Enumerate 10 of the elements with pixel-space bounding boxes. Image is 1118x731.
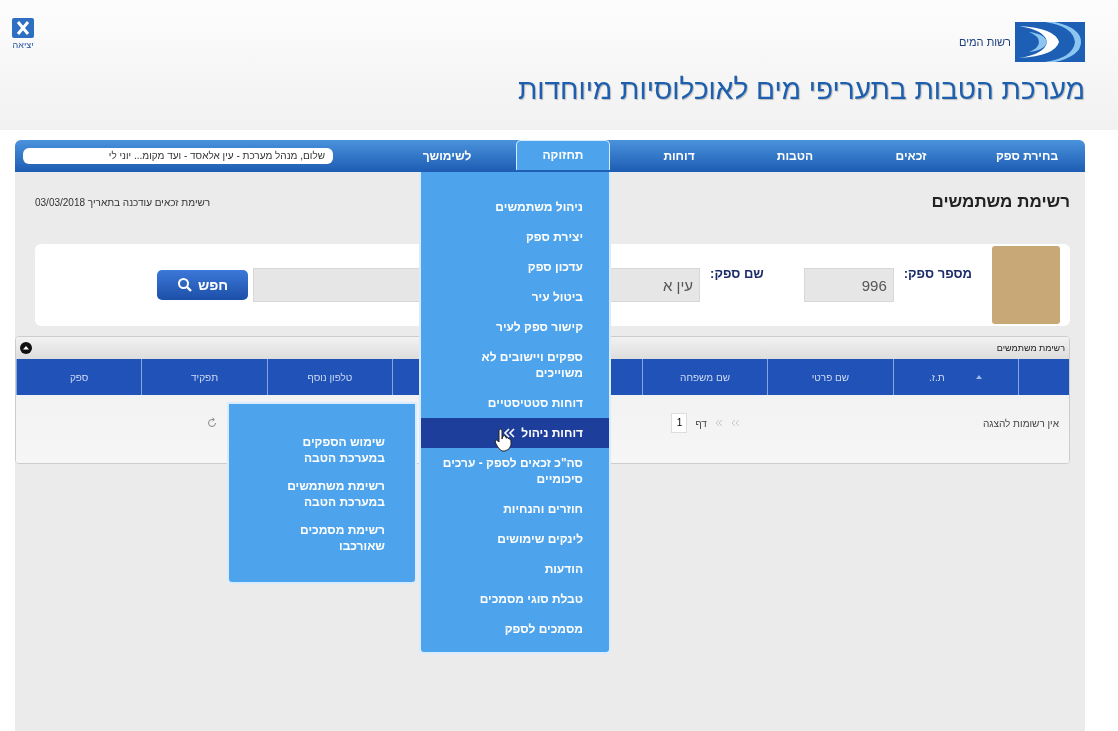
logo-text: רשות המים xyxy=(958,36,1011,48)
field-label: מספר ספק: xyxy=(903,266,972,281)
page-heading: רשימת משתמשים xyxy=(931,192,1070,212)
empty-message: אין רשומות להצגה xyxy=(982,417,1059,429)
user-greeting: שלום, מנהל מערכת - עין אלאסד - ועד מקומ... יוני לי xyxy=(23,148,333,164)
update-note: רשימת זכאים עודכנה בתאריך 03/03/2018 xyxy=(35,196,211,208)
page-label: דף xyxy=(695,417,707,429)
field-label: שם ספק: xyxy=(710,266,764,281)
grid-caption: רשימת משתמשים xyxy=(996,343,1065,353)
app-title: מערכת הטבות בתעריפי מים לאוכלוסיות מיוחדות xyxy=(517,74,1085,106)
